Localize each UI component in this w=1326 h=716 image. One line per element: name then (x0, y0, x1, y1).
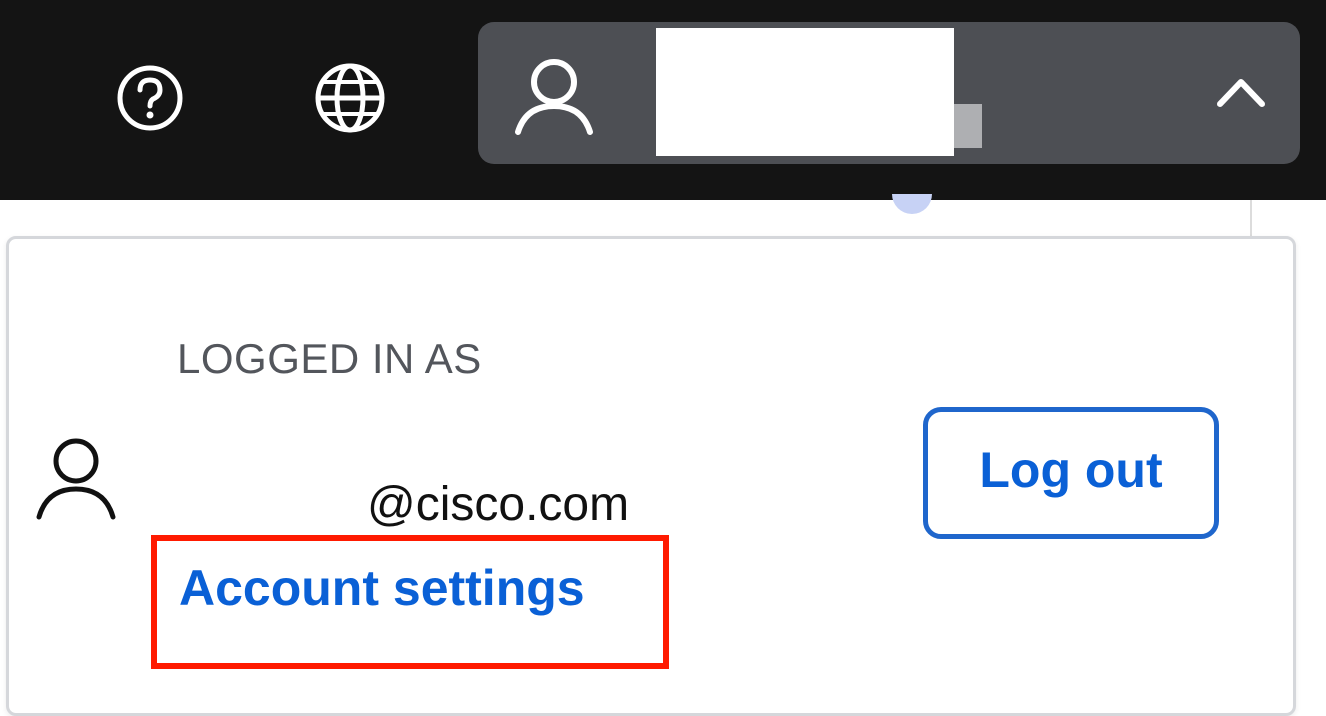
globe-icon (315, 63, 385, 133)
logged-in-as-label: LOGGED IN AS (177, 335, 482, 382)
username-redaction-edge (954, 104, 982, 148)
logout-button[interactable]: Log out (923, 407, 1219, 539)
username-redacted (656, 28, 954, 156)
language-button[interactable] (310, 58, 390, 138)
person-icon (36, 438, 116, 520)
help-button[interactable] (110, 58, 190, 138)
user-email: @cisco.com (367, 478, 630, 531)
page-content-strip (0, 200, 1252, 236)
account-settings-link[interactable]: Account settings (179, 559, 585, 617)
user-menu-toggle[interactable] (478, 22, 1300, 164)
account-dropdown-panel: LOGGED IN AS @cisco.com Account settings… (6, 236, 1296, 716)
chevron-up-icon (1217, 79, 1265, 107)
scrollbar-edge (1250, 200, 1252, 236)
question-circle-icon (117, 65, 183, 131)
top-navigation-bar (0, 0, 1326, 200)
person-icon (515, 59, 593, 135)
